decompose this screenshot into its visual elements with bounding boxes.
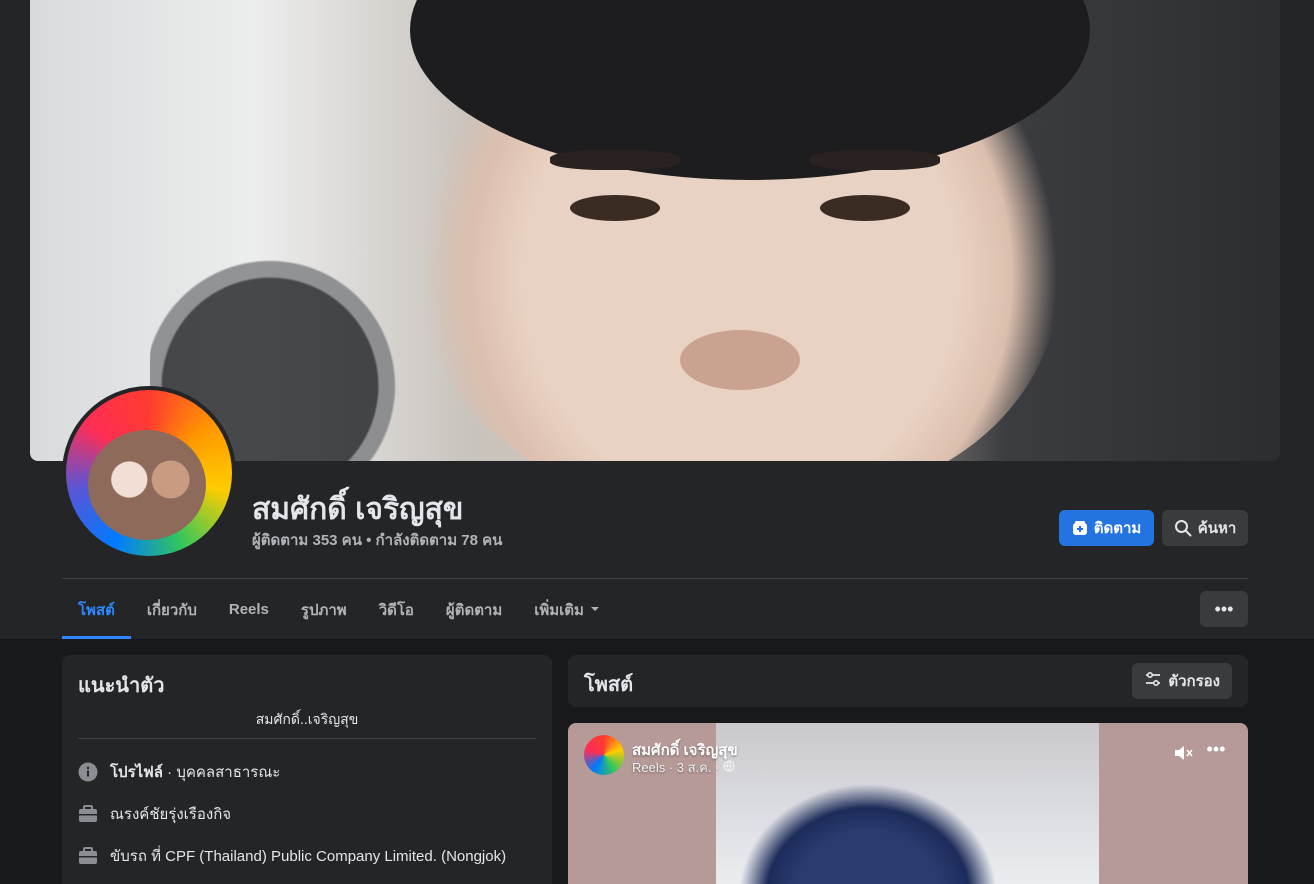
avatar-photo bbox=[88, 430, 206, 540]
posts-title: โพสต์ bbox=[584, 674, 634, 696]
cover-nose-shape bbox=[680, 330, 800, 390]
tab-label: วิดีโอ bbox=[378, 601, 414, 619]
cover-brow-right bbox=[810, 150, 940, 170]
profile-avatar[interactable]: PRIDE 2022 bbox=[62, 386, 236, 560]
profile-name: สมศักดิ์ เจริญสุข bbox=[252, 493, 464, 526]
cover-photo[interactable] bbox=[30, 0, 1280, 461]
filter-button[interactable]: ตัวกรอง bbox=[1132, 663, 1232, 699]
tab-about[interactable]: เกี่ยวกับ bbox=[131, 580, 213, 639]
avatar-frame-text: PRIDE 2022 bbox=[80, 390, 169, 414]
profile-tabs: โพสต์ เกี่ยวกับ Reels รูปภาพ วิดีโอ ผู้ต… bbox=[62, 580, 616, 639]
post-card[interactable]: สมศักดิ์ เจริญสุข Reels · 3 ส.ค. · ••• bbox=[568, 723, 1248, 884]
follow-label: ติดตาม bbox=[1093, 520, 1142, 537]
header-divider bbox=[62, 578, 1248, 579]
tab-reels[interactable]: Reels bbox=[213, 580, 285, 639]
tab-label: เกี่ยวกับ bbox=[146, 601, 197, 619]
tab-posts[interactable]: โพสต์ bbox=[62, 580, 131, 639]
tab-label: ผู้ติดตาม bbox=[445, 601, 503, 619]
intro-bio: สมศักดิ์..เจริญสุข bbox=[255, 711, 359, 727]
intro-row-text: โปรไฟล์ · บุคคลสาธารณะ bbox=[110, 764, 281, 781]
post-meta: Reels · 3 ส.ค. · bbox=[632, 757, 736, 778]
profile-stats[interactable]: ผู้ติดตาม 353 คน • กำลังติดตาม 78 คน bbox=[252, 528, 502, 552]
globe-icon bbox=[723, 760, 736, 775]
intro-row-work-2: ขับรถ ที่ CPF (Thailand) Public Company … bbox=[78, 844, 506, 868]
briefcase-icon bbox=[78, 846, 98, 866]
mute-icon[interactable] bbox=[1172, 741, 1196, 765]
intro-row-text: ณรงค์ชัยรุ่งเรืองกิจ bbox=[110, 806, 232, 823]
posts-header: โพสต์ ตัวกรอง bbox=[568, 655, 1248, 707]
more-dots-icon: ••• bbox=[1214, 598, 1234, 619]
post-meta-text: Reels · 3 ส.ค. · bbox=[632, 760, 720, 775]
more-options-button[interactable]: ••• bbox=[1200, 591, 1248, 627]
intro-divider bbox=[78, 738, 536, 739]
follow-icon bbox=[1072, 520, 1088, 536]
cover-brow-left bbox=[550, 150, 680, 170]
post-author-avatar[interactable] bbox=[584, 735, 624, 775]
intro-card: แนะนำตัว สมศักดิ์..เจริญสุข โปรไฟล์ · บุ… bbox=[62, 655, 552, 884]
search-icon bbox=[1174, 519, 1192, 537]
cover-eye-left bbox=[570, 195, 660, 221]
cover-eye-right bbox=[820, 195, 910, 221]
intro-row-profile: โปรไฟล์ · บุคคลสาธารณะ bbox=[78, 760, 280, 784]
tab-label: โพสต์ bbox=[78, 601, 115, 619]
follow-button[interactable]: ติดตาม bbox=[1059, 510, 1154, 546]
post-more-icon[interactable]: ••• bbox=[1204, 739, 1228, 763]
tab-label: เพิ่มเติม bbox=[534, 601, 584, 619]
tab-label: Reels bbox=[228, 601, 269, 618]
avatar-pride-frame: PRIDE 2022 bbox=[66, 390, 232, 556]
tab-videos[interactable]: วิดีโอ bbox=[363, 580, 430, 639]
intro-row-work-1: ณรงค์ชัยรุ่งเรืองกิจ bbox=[78, 802, 231, 826]
tab-more[interactable]: เพิ่มเติม bbox=[518, 580, 616, 639]
filter-label: ตัวกรอง bbox=[1168, 673, 1220, 690]
caret-down-icon bbox=[590, 601, 600, 618]
search-button[interactable]: ค้นหา bbox=[1162, 510, 1248, 546]
tab-label: รูปภาพ bbox=[300, 601, 347, 619]
tab-followers[interactable]: ผู้ติดตาม bbox=[430, 580, 518, 639]
info-icon bbox=[78, 762, 98, 782]
tab-photos[interactable]: รูปภาพ bbox=[285, 580, 363, 639]
search-label: ค้นหา bbox=[1197, 520, 1237, 537]
briefcase-icon bbox=[78, 804, 98, 824]
intro-title: แนะนำตัว bbox=[78, 675, 165, 697]
intro-row-text: ขับรถ ที่ CPF (Thailand) Public Company … bbox=[110, 848, 507, 865]
filter-sliders-icon bbox=[1144, 670, 1162, 692]
